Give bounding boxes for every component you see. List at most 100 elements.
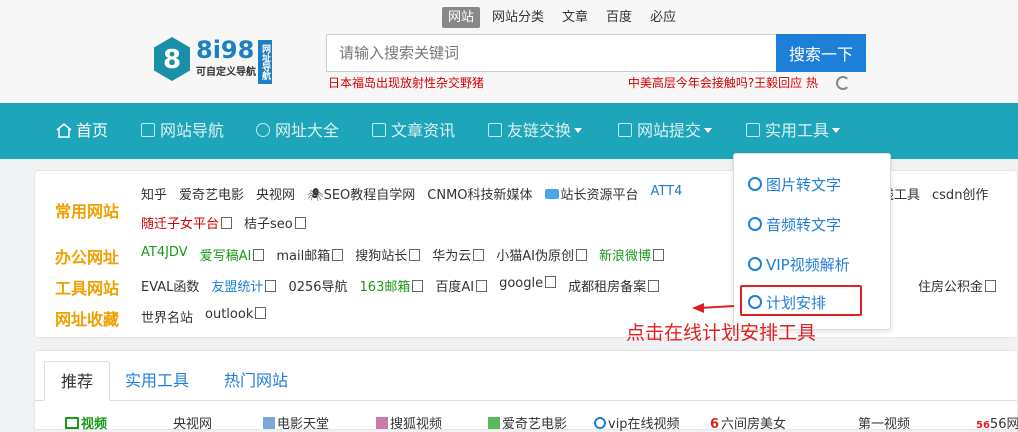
hot-news: 日本福岛出现放射性杂交野猪 中美高层今年会接触吗?王毅回应 热 (328, 74, 858, 91)
search-tab-category[interactable]: 网站分类 (486, 7, 550, 28)
site-link[interactable]: vip在线视频 (594, 413, 710, 432)
site-link[interactable]: google (499, 276, 557, 295)
site-link[interactable]: ATT4 (651, 184, 683, 203)
menu-item-vip-video[interactable]: VIP视频解析 (748, 254, 850, 275)
nav-url-collection[interactable]: 网址大全 (256, 103, 339, 159)
logo[interactable]: 8 8i98 可自定义导航 网址导航 (152, 36, 272, 84)
search-tab-baidu[interactable]: 百度 (600, 7, 638, 28)
site-link[interactable]: 住房公积金 (918, 276, 997, 295)
nav-link-exchange[interactable]: 友链交换 (488, 103, 583, 159)
image-icon (488, 123, 502, 137)
tab-tools[interactable]: 实用工具 (109, 361, 205, 401)
nav-label: 首页 (76, 121, 109, 140)
search-tab-site[interactable]: 网站 (442, 7, 481, 28)
site-link-label: 住房公积金 (918, 280, 984, 295)
document-icon (648, 280, 660, 292)
hot-link[interactable]: 日本福岛出现放射性杂交野猪 (328, 74, 484, 91)
site-link[interactable]: 6 六间房美女 (710, 413, 858, 432)
site-link[interactable]: 新浪微博 (599, 245, 664, 264)
chevron-down-icon (832, 128, 841, 133)
menu-item-image-to-text[interactable]: 图片转文字 (748, 174, 841, 195)
site-link[interactable]: outlook (205, 307, 267, 326)
site-link[interactable]: 央视网 (165, 413, 263, 432)
site-link[interactable]: CNMO科技新媒体 (427, 184, 532, 203)
tab-recommend[interactable]: 推荐 (44, 361, 111, 401)
site-link[interactable]: 第一视频 (858, 413, 976, 432)
nav-site-submit[interactable]: 网站提交 (618, 103, 713, 159)
bars-icon (372, 123, 386, 137)
site-link[interactable]: 爱奇艺电影 (488, 413, 594, 432)
site-link[interactable]: 爱写稿AI (200, 245, 265, 264)
search-box: 搜索一下 (326, 34, 866, 72)
site-link[interactable]: 世界名站 (141, 307, 193, 326)
site-link-label: 电影天堂 (277, 417, 330, 432)
office-row: AT4JDV 爱写稿AI mail邮箱 搜狗站长 华为云 小猫AI伪原创 新浪微… (141, 245, 676, 264)
ie-icon (748, 217, 762, 231)
site-link-label: SEO教程自学网 (323, 188, 416, 203)
site-link-label: vip在线视频 (608, 417, 680, 432)
site-link[interactable]: 随迁子女平台 (141, 213, 233, 232)
search-button[interactable]: 搜索一下 (776, 34, 866, 72)
main-nav: 首页 网站导航 网址大全 文章资讯 友链交换 网站提交 实用工具 (0, 103, 1018, 159)
nav-site-directory[interactable]: 网站导航 (141, 103, 224, 159)
logo-tag: 网址导航 (258, 40, 272, 84)
search-input[interactable] (326, 34, 776, 72)
site-link-label: 新浪微博 (598, 249, 651, 264)
common-row-1-right: 线工具 csdn创作 (881, 184, 1000, 203)
bottom-links: 视频 央视网 电影天堂 搜狐视频 爱奇艺电影 vip在线视频 6 六间房美女 第一… (65, 413, 1018, 432)
site-link-label: 成都租房备案 (568, 280, 647, 295)
site-link-label: 友盟统计 (211, 280, 264, 295)
site-link[interactable]: 视频 (65, 413, 165, 432)
chevron-down-icon (574, 128, 583, 133)
site-link-label: google (499, 276, 544, 291)
site-link[interactable]: 5656网 (976, 413, 1018, 432)
document-icon (652, 249, 664, 261)
site-link[interactable]: 🕷SEO教程自学网 (307, 184, 415, 203)
category-label: 工具网站 (55, 279, 120, 298)
site-link[interactable]: 0256导航 (288, 276, 347, 295)
site-link[interactable]: 桔子seo (244, 213, 306, 232)
site-link[interactable]: 搜狗站长 (355, 245, 421, 264)
ie-icon (748, 177, 762, 191)
site-link[interactable]: 爱奇艺电影 (179, 184, 244, 203)
site-favicon-icon (544, 189, 559, 199)
site-link[interactable]: 电影天堂 (263, 413, 376, 432)
nav-articles[interactable]: 文章资讯 (372, 103, 455, 159)
menu-item-audio-to-text[interactable]: 音频转文字 (748, 214, 841, 235)
site-link[interactable]: EVAL函数 (141, 276, 199, 295)
site-favicon-icon (263, 417, 275, 429)
document-icon (265, 280, 277, 292)
header: 网站 网站分类 文章 百度 必应 8 8i98 可自定义导航 网址导航 搜索一下… (0, 0, 1018, 103)
refresh-icon[interactable] (836, 76, 850, 90)
hot-link[interactable]: 中美高层今年会接触吗?王毅回应 热 (628, 74, 818, 91)
chevron-down-icon (704, 128, 713, 133)
document-icon (255, 307, 267, 319)
document-icon (409, 249, 421, 261)
tools-row-right: 住房公积金 (918, 276, 1008, 295)
site-link[interactable]: 友盟统计 (211, 276, 277, 295)
site-link-label: 华为云 (432, 249, 472, 264)
site-link[interactable]: mail邮箱 (276, 245, 344, 264)
arrow-left-icon (692, 303, 734, 313)
site-link[interactable]: 百度AI (435, 276, 488, 295)
nav-home[interactable]: 首页 (56, 103, 108, 159)
site-link[interactable]: csdn创作 (932, 184, 988, 203)
site-link[interactable]: 站长资源平台 (544, 184, 639, 203)
site-link[interactable]: 央视网 (256, 184, 295, 203)
search-tab-article[interactable]: 文章 (556, 7, 594, 28)
site-favicon-icon: 6 (710, 417, 720, 432)
home-icon (56, 123, 72, 138)
site-link[interactable]: 小猫AI伪原创 (496, 245, 587, 264)
tab-popular[interactable]: 热门网站 (208, 361, 304, 401)
nav-tools[interactable]: 实用工具 (746, 103, 841, 159)
grid-icon (141, 123, 155, 137)
site-link[interactable]: 华为云 (432, 245, 485, 264)
search-tab-bing[interactable]: 必应 (644, 7, 682, 28)
site-link[interactable]: 搜狐视频 (376, 413, 488, 432)
site-link[interactable]: 163邮箱 (360, 276, 424, 295)
annotation-text: 点击在线计划安排工具 (626, 322, 817, 344)
menu-item-label: 图片转文字 (766, 176, 842, 194)
site-link[interactable]: 知乎 (141, 184, 167, 203)
site-link[interactable]: 成都租房备案 (568, 276, 660, 295)
site-link[interactable]: AT4JDV (141, 245, 188, 264)
